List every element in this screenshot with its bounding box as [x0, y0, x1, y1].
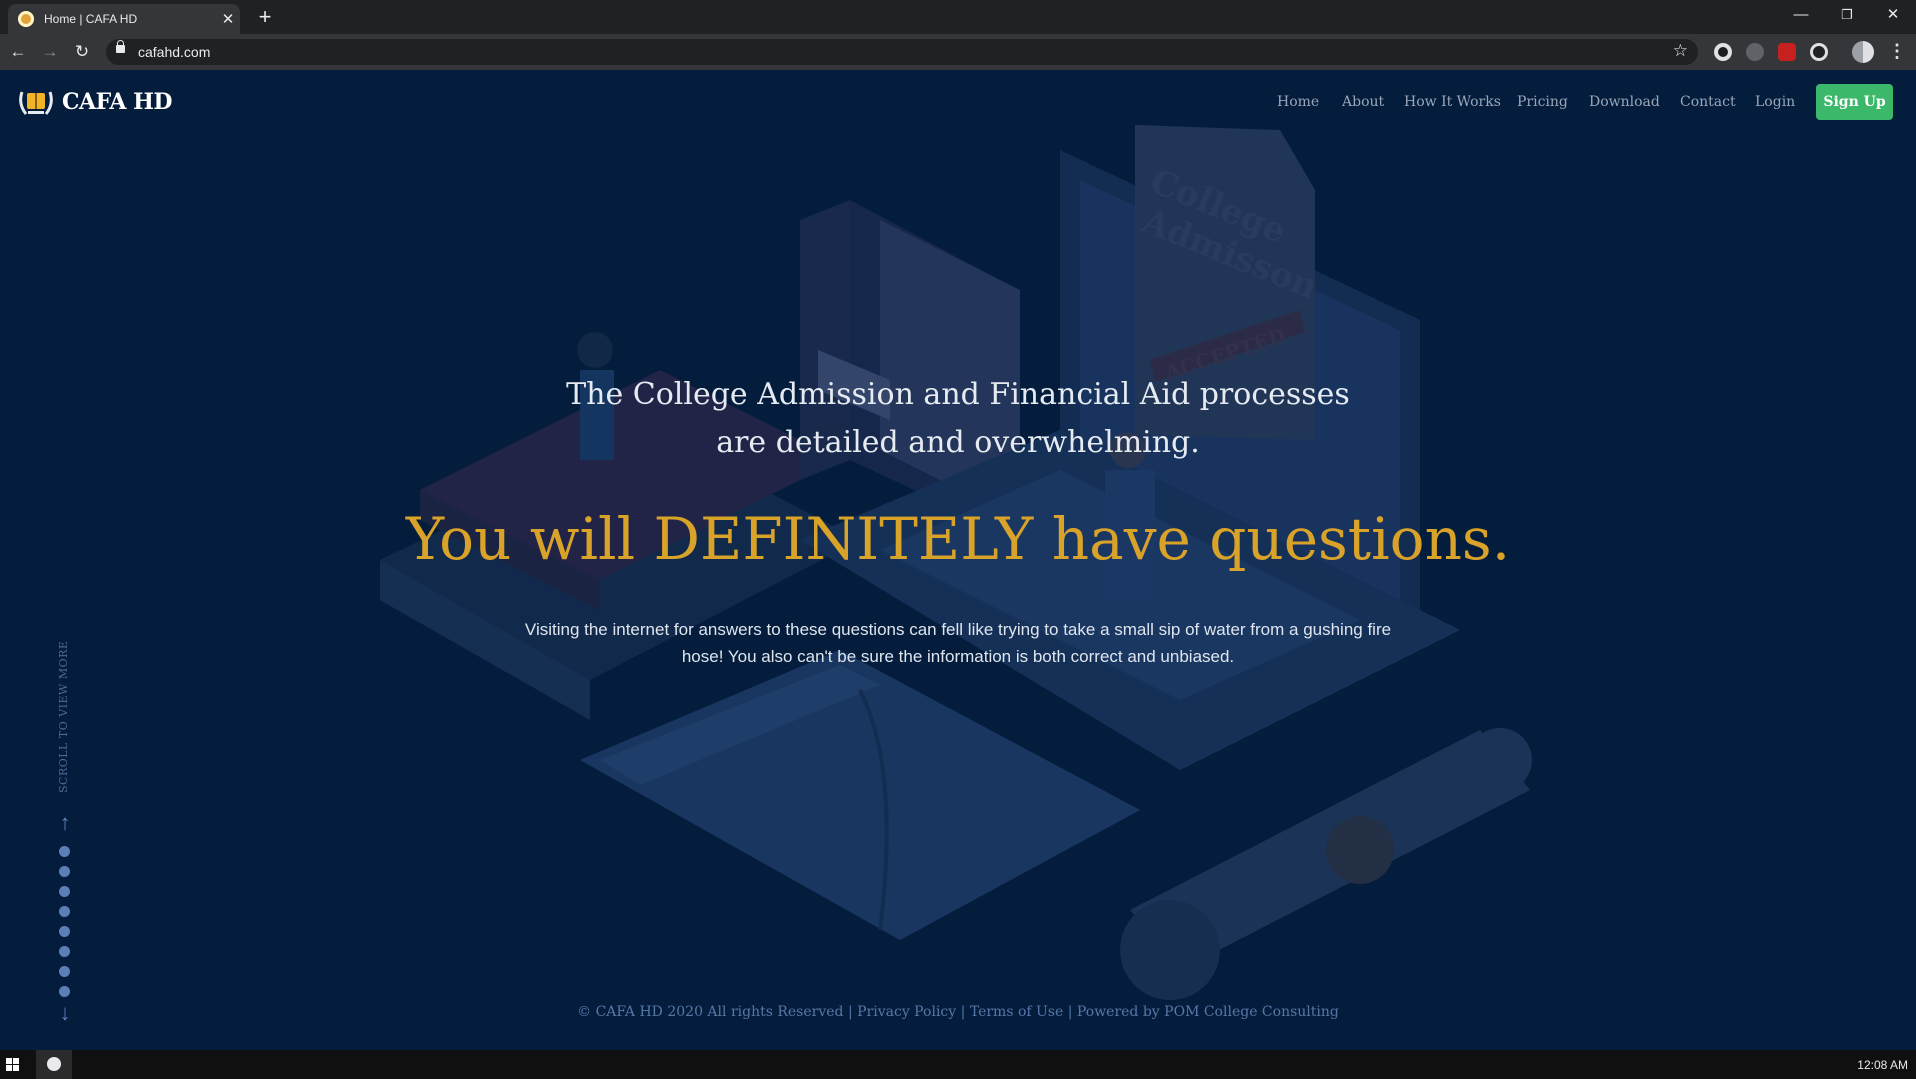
footer-separator: |	[1063, 1004, 1077, 1020]
nav-about[interactable]: About	[1342, 94, 1384, 110]
url-text[interactable]: cafahd.com	[138, 44, 210, 60]
footer-separator: |	[956, 1004, 970, 1020]
ublock-icon[interactable]	[1778, 43, 1796, 61]
browser-tab-home[interactable]: Home | CAFA HD ✕	[8, 4, 240, 34]
nav-download[interactable]: Download	[1589, 94, 1660, 110]
taskbar-chrome-icon[interactable]	[36, 1050, 72, 1079]
logo-crest-icon	[19, 91, 53, 115]
web-page: College Admisson ACCEPTED CAFA HD Home A…	[0, 70, 1916, 1050]
scroll-hint: SCROLL TO VIEW MORE	[57, 640, 70, 793]
arrow-up-icon[interactable]: ↑	[58, 810, 72, 836]
section-dot[interactable]	[59, 986, 70, 997]
restore-window-button[interactable]: ❐	[1824, 0, 1870, 32]
forward-icon[interactable]: →	[38, 40, 62, 64]
close-tab-icon[interactable]: ✕	[216, 10, 240, 28]
terms-of-use-link[interactable]: Terms of Use	[970, 1004, 1063, 1020]
site-logo[interactable]: CAFA HD	[16, 84, 173, 120]
lock-icon	[116, 40, 125, 53]
tab-title: Home | CAFA HD	[44, 12, 138, 26]
menu-icon[interactable]: ⋮	[1888, 41, 1906, 62]
nav-pricing[interactable]: Pricing	[1517, 94, 1568, 110]
extension-icon[interactable]	[1714, 43, 1732, 61]
hero-subtitle-line-1: The College Admission and Financial Aid …	[566, 377, 1350, 412]
section-dot[interactable]	[59, 846, 70, 857]
back-icon[interactable]: ←	[6, 40, 30, 64]
privacy-policy-link[interactable]: Privacy Policy	[857, 1004, 956, 1020]
taskbar-clock: 12:08 AM	[1857, 1058, 1908, 1072]
new-tab-button[interactable]: +	[252, 5, 278, 31]
section-dot[interactable]	[59, 966, 70, 977]
windows-start-icon[interactable]	[6, 1058, 20, 1072]
tab-favicon-icon	[18, 11, 34, 27]
hero-body-text: Visiting the internet for answers to the…	[524, 620, 1392, 666]
minimize-window-button[interactable]: —	[1778, 0, 1824, 32]
hero-subtitle-line-2: are detailed and overwhelming.	[716, 425, 1200, 460]
close-window-button[interactable]: ✕	[1870, 0, 1916, 32]
hero-title: You will DEFINITELY have questions.	[405, 505, 1511, 573]
target-extension-icon[interactable]	[1810, 43, 1828, 61]
os-taskbar: 12:08 AM	[0, 1050, 1916, 1079]
section-dot[interactable]	[59, 866, 70, 877]
nav-login[interactable]: Login	[1755, 94, 1795, 110]
browser-tab-bar: Home | CAFA HD ✕ + — ❐ ✕	[0, 0, 1916, 34]
section-dot[interactable]	[59, 906, 70, 917]
profile-icon[interactable]	[1852, 41, 1874, 63]
address-bar[interactable]: cafahd.com ☆	[106, 39, 1698, 65]
section-dot[interactable]	[59, 946, 70, 957]
reload-icon[interactable]: ↻	[70, 40, 94, 64]
bookmark-star-icon[interactable]: ☆	[1673, 41, 1688, 61]
sign-up-button[interactable]: Sign Up	[1816, 84, 1893, 120]
nav-contact[interactable]: Contact	[1680, 94, 1736, 110]
footer: © CAFA HD 2020 All rights Reserved | Pri…	[0, 1004, 1916, 1020]
section-dot[interactable]	[59, 926, 70, 937]
nav-home[interactable]: Home	[1277, 94, 1319, 110]
shield-extension-icon[interactable]	[1746, 43, 1764, 61]
section-dot[interactable]	[59, 886, 70, 897]
brand-name: CAFA HD	[62, 89, 173, 115]
powered-by-link[interactable]: Powered by POM College Consulting	[1077, 1004, 1339, 1020]
nav-how-it-works[interactable]: How It Works	[1404, 94, 1501, 110]
footer-copyright: © CAFA HD 2020 All rights Reserved	[577, 1004, 844, 1020]
browser-toolbar: ← → ↻ cafahd.com ☆ ⋮	[0, 34, 1916, 70]
footer-separator: |	[843, 1004, 858, 1020]
